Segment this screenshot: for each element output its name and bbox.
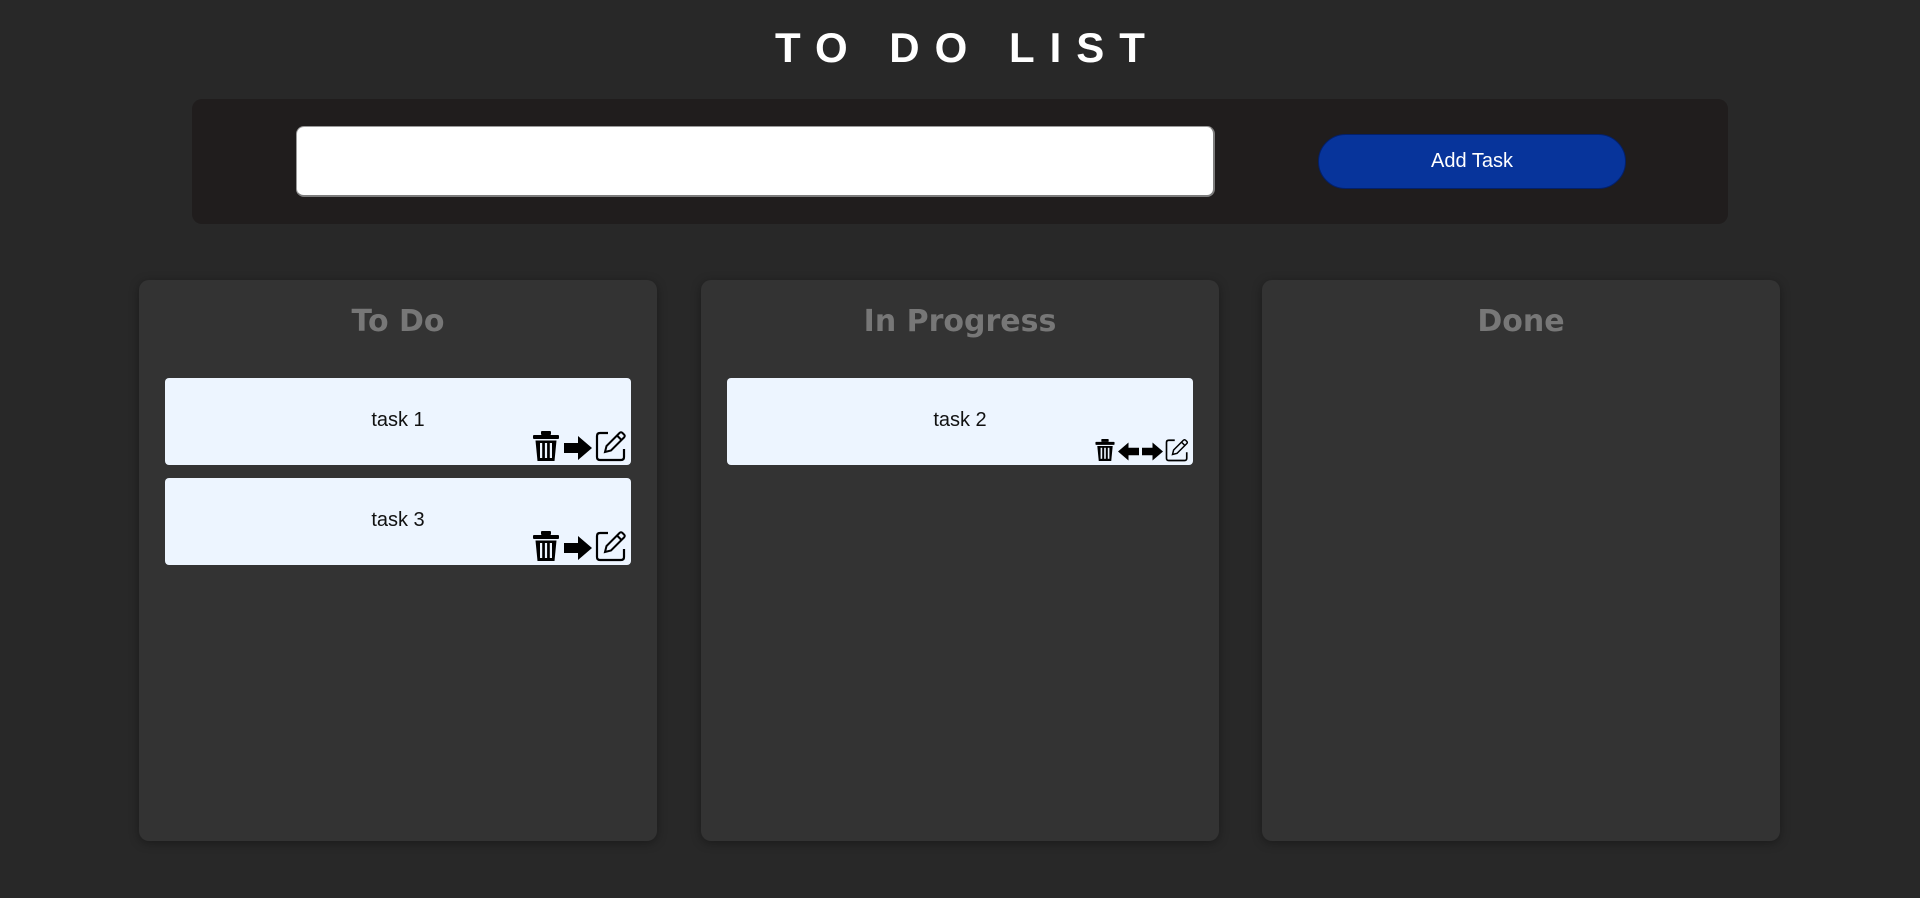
arrow-left-icon[interactable] [1117,441,1140,462]
task-input[interactable] [296,126,1215,197]
task-actions [531,530,627,562]
column-title-done: Done [1477,304,1565,339]
column-todo: To Do task 1 task 3 [139,280,657,841]
task-card[interactable]: task 1 [165,378,631,465]
column-title-todo: To Do [351,304,445,339]
task-label: task 2 [933,409,987,431]
add-task-button[interactable]: Add Task [1318,134,1626,189]
task-entry-panel: Add Task [192,99,1728,224]
arrow-right-icon[interactable] [1141,441,1164,462]
trash-icon[interactable] [531,430,561,462]
edit-icon[interactable] [595,430,627,462]
task-card[interactable]: task 3 [165,478,631,565]
arrow-right-icon[interactable] [563,534,593,562]
edit-icon[interactable] [1165,438,1189,462]
task-actions [531,430,627,462]
task-actions [1094,438,1189,462]
trash-icon[interactable] [1094,438,1116,462]
task-label: task 3 [371,509,425,531]
column-done: Done [1262,280,1780,841]
task-card[interactable]: task 2 [727,378,1193,465]
column-in-progress: In Progress task 2 [701,280,1219,841]
task-label: task 1 [371,409,425,431]
trash-icon[interactable] [531,530,561,562]
column-title-in-progress: In Progress [863,304,1057,339]
page-title: TO DO LIST [775,24,1160,71]
edit-icon[interactable] [595,530,627,562]
arrow-right-icon[interactable] [563,434,593,462]
